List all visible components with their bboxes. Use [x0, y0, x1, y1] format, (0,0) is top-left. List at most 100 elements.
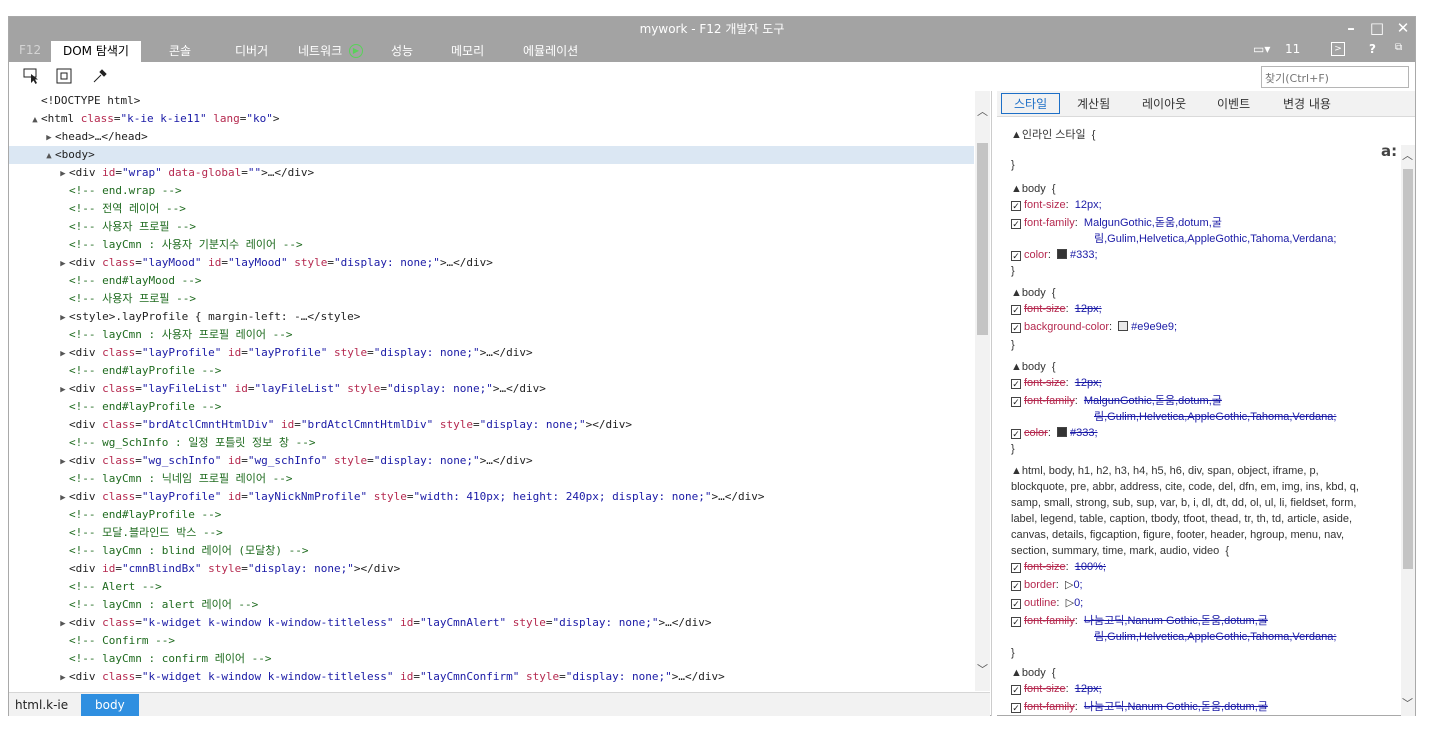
tab-memory[interactable]: 메모리 — [451, 41, 484, 62]
expand-icon[interactable]: ▶ — [57, 309, 69, 327]
color-swatch[interactable] — [1057, 427, 1068, 437]
breadcrumb-html[interactable]: html.k-ie — [15, 698, 68, 712]
property-checkbox[interactable]: ✓ — [1011, 581, 1021, 591]
play-icon[interactable]: ▶ — [349, 44, 363, 58]
dom-node[interactable]: <!-- end#layProfile --> — [9, 398, 974, 416]
help-icon[interactable]: ? — [1369, 42, 1376, 56]
styles-scroll-down-icon[interactable]: ﹀ — [1401, 695, 1414, 711]
property-checkbox[interactable]: ✓ — [1011, 703, 1021, 713]
expand-icon[interactable]: ▶ — [43, 129, 55, 147]
tab-debugger[interactable]: 디버거 — [235, 41, 268, 62]
property-checkbox[interactable]: ✓ — [1011, 685, 1021, 695]
property-checkbox[interactable]: ✓ — [1011, 563, 1021, 573]
console-toggle-icon[interactable]: > — [1331, 42, 1345, 56]
dom-node[interactable]: <!-- layCmn : confirm 레이어 --> — [9, 650, 974, 668]
scroll-up-icon[interactable]: ︿ — [976, 103, 989, 119]
property-checkbox[interactable]: ✓ — [1011, 305, 1021, 315]
expand-icon[interactable]: ▶ — [57, 381, 69, 399]
dom-node[interactable]: <!DOCTYPE html> — [9, 92, 974, 110]
find-input[interactable] — [1261, 66, 1409, 88]
minimize-icon[interactable]: – — [1339, 18, 1363, 38]
dom-node[interactable]: <!-- Alert --> — [9, 578, 974, 596]
dom-node[interactable]: ▶ <div class="layFileList" id="layFileLis… — [9, 380, 974, 398]
dom-node[interactable]: <!-- end#layMood --> — [9, 272, 974, 290]
highlight-element-icon[interactable] — [55, 67, 73, 85]
color-swatch[interactable] — [1118, 321, 1129, 331]
dom-scrollbar[interactable]: ︿ ﹀ — [975, 91, 990, 691]
styles-scroll-thumb[interactable] — [1403, 169, 1413, 569]
dom-node[interactable]: <!-- layCmn : blind 레이어 (모달창) --> — [9, 542, 974, 560]
tab-styles[interactable]: 스타일 — [1001, 93, 1061, 114]
property-checkbox[interactable]: ✓ — [1011, 429, 1021, 439]
styles-scroll-up-icon[interactable]: ︿ — [1401, 147, 1414, 163]
tab-computed[interactable]: 계산됨 — [1077, 95, 1110, 112]
tab-console[interactable]: 콘솔 — [169, 41, 191, 62]
dom-comment: <!-- layCmn : confirm 레이어 --> — [69, 652, 272, 665]
color-picker-icon[interactable] — [91, 67, 109, 85]
expand-icon[interactable]: ▶ — [57, 453, 69, 471]
dom-node[interactable]: ▶ <div class="layMood" id="layMood" style… — [9, 254, 974, 272]
rule-selector: ▲body { — [1011, 667, 1056, 679]
dom-node[interactable]: <!-- 모달.블라인드 박스 --> — [9, 524, 974, 542]
dom-node[interactable]: ▶ <div class="k-widget k-window k-window-… — [9, 668, 974, 686]
dom-node[interactable]: <!-- end.wrap --> — [9, 182, 974, 200]
dom-node[interactable]: <div class="brdAtclCmntHtmlDiv" id="brdA… — [9, 416, 974, 434]
tab-events[interactable]: 이벤트 — [1217, 95, 1250, 112]
dom-node[interactable]: <!-- layCmn : 사용자 기분지수 레이어 --> — [9, 236, 974, 254]
expand-icon[interactable]: ▶ — [57, 255, 69, 273]
dom-node[interactable]: ▶ <div class="k-widget k-window k-window-… — [9, 614, 974, 632]
dom-node[interactable]: ▶ <div class="wg_schInfo" id="wg_schInfo"… — [9, 452, 974, 470]
dom-node[interactable]: <!-- 전역 레이어 --> — [9, 200, 974, 218]
dom-node[interactable]: <div id="cmnBlindBx" style="display: non… — [9, 560, 974, 578]
dom-node[interactable]: <!-- Confirm --> — [9, 632, 974, 650]
dom-tag: <div class="k-widget k-window k-window-t… — [69, 670, 725, 683]
dom-node[interactable]: ▶ <div id="wrap" data-global="">…</div> — [9, 164, 974, 182]
aa-icon[interactable]: a: — [1381, 142, 1397, 160]
undock-icon[interactable]: ⧉ — [1395, 42, 1402, 53]
expand-icon[interactable]: ▶ — [57, 165, 69, 183]
breadcrumb-body[interactable]: body — [81, 694, 139, 716]
dom-node[interactable]: <!-- layCmn : 닉네임 프로필 레이어 --> — [9, 470, 974, 488]
property-checkbox[interactable]: ✓ — [1011, 219, 1021, 229]
property-checkbox[interactable]: ✓ — [1011, 201, 1021, 211]
tab-layout[interactable]: 레이아웃 — [1142, 95, 1186, 112]
dom-node[interactable]: ▲ <body> — [9, 146, 974, 164]
select-element-icon[interactable] — [23, 67, 41, 85]
dom-node[interactable]: ▲ <html class="k-ie k-ie11" lang="ko"> — [9, 110, 974, 128]
styles-scrollbar[interactable]: ︿ ﹀ — [1401, 145, 1415, 716]
close-icon[interactable]: ✕ — [1391, 18, 1415, 38]
expand-icon[interactable]: ▶ — [57, 345, 69, 363]
dom-node[interactable]: <!-- end#layProfile --> — [9, 362, 974, 380]
dom-node[interactable]: <!-- 사용자 프로필 --> — [9, 218, 974, 236]
maximize-icon[interactable]: □ — [1365, 18, 1389, 38]
dom-node[interactable]: ▶ <style>.layProfile { margin-left: -…</s… — [9, 308, 974, 326]
dom-node[interactable]: <!-- layCmn : alert 레이어 --> — [9, 596, 974, 614]
property-checkbox[interactable]: ✓ — [1011, 379, 1021, 389]
color-swatch[interactable] — [1057, 249, 1068, 259]
dom-node[interactable]: <!-- layCmn : 사용자 프로필 레이어 --> — [9, 326, 974, 344]
tab-dom-explorer[interactable]: DOM 탐색기 — [51, 41, 141, 62]
tab-performance[interactable]: 성능 — [391, 41, 413, 62]
dom-scroll-thumb[interactable] — [977, 143, 988, 335]
property-checkbox[interactable]: ✓ — [1011, 397, 1021, 407]
tab-changes[interactable]: 변경 내용 — [1283, 95, 1331, 112]
expand-icon[interactable]: ▶ — [57, 489, 69, 507]
emulation-device-icon[interactable]: ▭▾ — [1253, 42, 1270, 56]
dom-node[interactable]: <!-- end#layProfile --> — [9, 506, 974, 524]
property-checkbox[interactable]: ✓ — [1011, 323, 1021, 333]
property-checkbox[interactable]: ✓ — [1011, 617, 1021, 627]
property-checkbox[interactable]: ✓ — [1011, 599, 1021, 609]
tab-network[interactable]: 네트워크 — [298, 41, 342, 62]
tab-emulation[interactable]: 에뮬레이션 — [523, 41, 578, 62]
dom-node[interactable]: ▶ <head>…</head> — [9, 128, 974, 146]
dom-node[interactable]: ▶ <div class="layProfile" id="layProfile"… — [9, 344, 974, 362]
dom-node[interactable]: ▶ <div class="layProfile" id="layNickNmPr… — [9, 488, 974, 506]
property-checkbox[interactable]: ✓ — [1011, 251, 1021, 261]
collapse-icon[interactable]: ▲ — [29, 111, 41, 129]
scroll-down-icon[interactable]: ﹀ — [976, 661, 989, 677]
dom-node[interactable]: <!-- wg_SchInfo : 일정 포틀릿 정보 창 --> — [9, 434, 974, 452]
expand-icon[interactable]: ▶ — [57, 615, 69, 633]
collapse-icon[interactable]: ▲ — [43, 147, 55, 165]
expand-icon[interactable]: ▶ — [57, 669, 69, 687]
dom-node[interactable]: <!-- 사용자 프로필 --> — [9, 290, 974, 308]
